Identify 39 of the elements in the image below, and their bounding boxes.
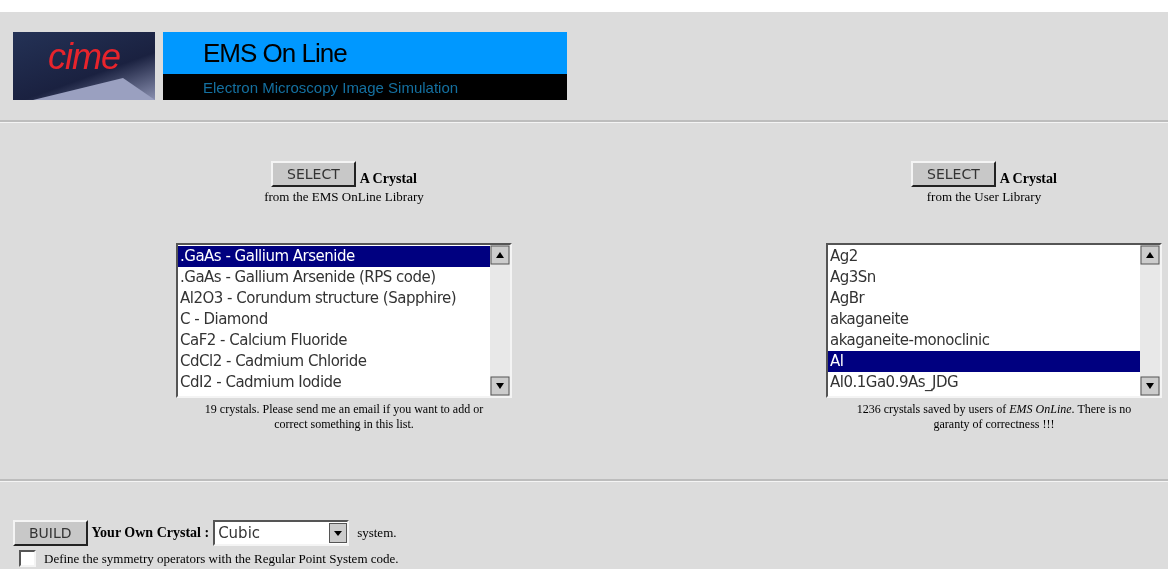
list-item[interactable]: Ag3Sn	[828, 267, 1140, 288]
list-item[interactable]: C - Diamond	[178, 309, 490, 330]
crystal-list[interactable]: .GaAs - Gallium Arsenide .GaAs - Gallium Arsenide (RPS code) Al2O3 - Corundum structure (Sapphire) C - Diamond CaF2 - Calcium Fluoride CdCl2 - Cadmium Chloride CdI2 - Cadmium Iodide	[176, 243, 512, 398]
list-item[interactable]: akaganeite-monoclinic	[828, 330, 1140, 351]
checkbox[interactable]	[19, 550, 36, 567]
list-note: 1236 crystals saved by users of EMS OnLine. There is no garanty of correctness !!!	[855, 402, 1133, 432]
list-item[interactable]: akaganeite	[828, 309, 1140, 330]
scroll-down-icon[interactable]	[490, 376, 510, 396]
build-button[interactable]: BUILD	[13, 520, 88, 546]
logo: cime	[13, 32, 155, 100]
option-label: Define the symmetry operators with the Regular Point System code.	[44, 550, 399, 567]
list-item[interactable]: CaF2 - Calcium Fluoride	[178, 330, 490, 351]
library-source: from the EMS OnLine Library	[264, 189, 424, 205]
list-note: 19 crystals. Please send me an email if you want to add or correct something in this list.	[203, 402, 485, 432]
select-button[interactable]: SELECT	[271, 161, 356, 187]
list-item[interactable]: CdCl2 - Cadmium Chloride	[178, 351, 490, 372]
library-source: from the User Library	[926, 189, 1042, 205]
select-button[interactable]: SELECT	[911, 161, 996, 187]
list-item[interactable]: .GaAs - Gallium Arsenide (RPS code)	[178, 267, 490, 288]
list-item[interactable]: Al	[828, 351, 1140, 372]
site-subtitle: Electron Microscopy Image Simulation	[163, 74, 567, 100]
scroll-down-icon[interactable]	[1140, 376, 1160, 396]
build-label: Your Own Crystal :	[91, 525, 210, 541]
system-dropdown[interactable]: Cubic	[213, 520, 350, 546]
list-item[interactable]: AgBr	[828, 288, 1140, 309]
list-item[interactable]: .GaAs - Gallium Arsenide	[178, 246, 490, 267]
list-item[interactable]: Al0.1Ga0.9As_JDG	[828, 372, 1140, 393]
site-title: EMS On Line	[163, 32, 567, 74]
select-label: A Crystal	[999, 171, 1057, 187]
scrollbar[interactable]	[1140, 245, 1160, 396]
system-suffix: system.	[357, 525, 397, 541]
list-item[interactable]: Al2O3 - Corundum structure (Sapphire)	[178, 288, 490, 309]
list-item[interactable]: Ag2	[828, 246, 1140, 267]
scroll-up-icon[interactable]	[1140, 245, 1160, 265]
list-item[interactable]: CdI2 - Cadmium Iodide	[178, 372, 490, 393]
select-label: A Crystal	[359, 171, 417, 187]
scrollbar[interactable]	[490, 245, 510, 396]
scroll-up-icon[interactable]	[490, 245, 510, 265]
crystal-list[interactable]: Ag2 Ag3Sn AgBr akaganeite akaganeite-monoclinic Al Al0.1Ga0.9As_JDG	[826, 243, 1162, 398]
